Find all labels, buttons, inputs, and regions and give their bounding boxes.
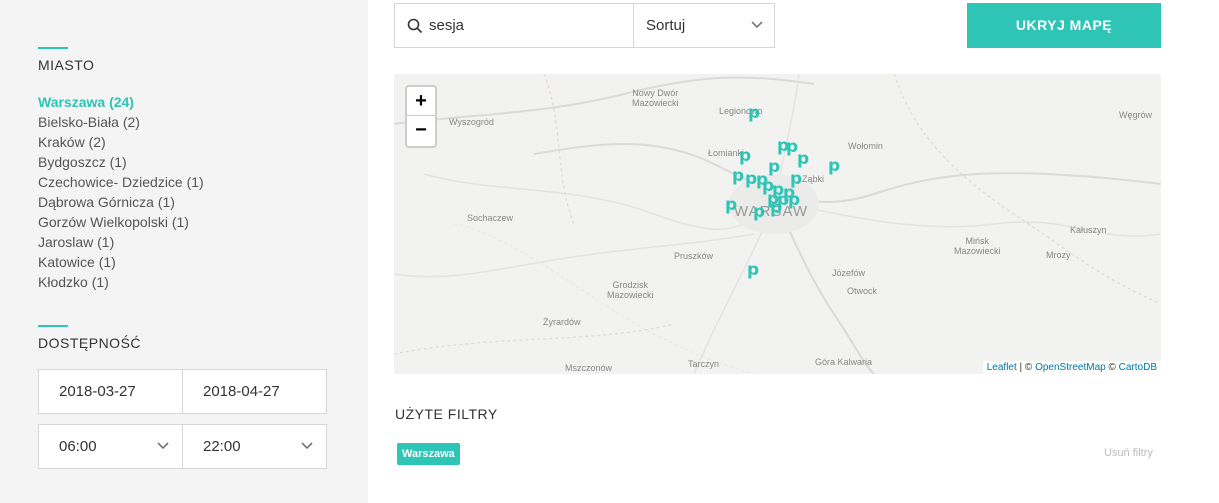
section-accent-line xyxy=(38,325,68,327)
map-label-mrozy: Mrozy xyxy=(1046,250,1071,260)
hide-map-button[interactable]: UKRYJ MAPĘ xyxy=(967,3,1161,48)
map-marker[interactable]: p xyxy=(725,197,737,214)
map-label-jozefow: Józefów xyxy=(832,268,866,278)
sort-select[interactable]: Sortuj xyxy=(633,3,775,48)
city-item-czechowice-dziedzice[interactable]: Czechowice- Dziedzice (1) xyxy=(38,172,204,192)
map-label-minsk: Mińsk Mazowiecki xyxy=(954,236,1001,256)
map-label-grodzisk: Grodzisk Mazowiecki xyxy=(607,280,654,300)
availability-section-title: DOSTĘPNOŚĆ xyxy=(38,335,142,351)
openstreetmap-link[interactable]: OpenStreetMap xyxy=(1035,362,1106,373)
city-section-title: MIASTO xyxy=(38,57,95,73)
city-item-gorzow-wielkopolski[interactable]: Gorzów Wielkopolski (1) xyxy=(38,212,204,232)
search-input[interactable] xyxy=(429,4,625,47)
attribution-separator: © xyxy=(1105,362,1119,373)
zoom-out-button[interactable]: − xyxy=(407,116,435,145)
map-label-pruszkow: Pruszków xyxy=(674,251,714,261)
map-marker[interactable]: p xyxy=(753,204,765,221)
map-label-zyrardow: Żyrardów xyxy=(543,317,581,327)
chevron-down-icon xyxy=(157,442,169,450)
city-item-bielsko-biala[interactable]: Bielsko-Biała (2) xyxy=(38,112,204,132)
search-icon xyxy=(407,18,423,34)
date-to-field[interactable]: 2018-04-27 xyxy=(182,369,327,414)
map-label-wegrow: Węgrów xyxy=(1119,110,1153,120)
city-item-klodzko[interactable]: Kłodzko (1) xyxy=(38,272,204,292)
map-marker[interactable]: p xyxy=(739,148,751,165)
city-item-warszawa[interactable]: Warszawa (24) xyxy=(38,92,204,112)
chevron-down-icon xyxy=(301,442,313,450)
map-marker[interactable]: p xyxy=(732,168,744,185)
date-from-field[interactable]: 2018-03-27 xyxy=(38,369,183,414)
map-label-gora-kalwaria: Góra Kalwaria xyxy=(815,357,873,367)
map-label-otwock: Otwock xyxy=(847,286,878,296)
map-label-mszczonow: Mszczonów xyxy=(565,363,613,373)
map-marker[interactable]: p xyxy=(770,200,782,217)
time-to-value: 22:00 xyxy=(203,438,241,455)
map-label-tarczyn: Tarczyn xyxy=(688,359,720,369)
attribution-separator: | © xyxy=(1016,362,1036,373)
map-label-wolomin: Wołomin xyxy=(848,141,883,151)
section-accent-line xyxy=(38,47,68,49)
filter-tag-warszawa[interactable]: Warszawa xyxy=(397,443,460,465)
time-from-select[interactable]: 06:00 xyxy=(38,424,183,469)
map-marker[interactable]: p xyxy=(747,262,759,279)
map-marker[interactable]: p xyxy=(768,159,780,176)
city-item-krakow[interactable]: Kraków (2) xyxy=(38,132,204,152)
time-to-select[interactable]: 22:00 xyxy=(182,424,327,469)
leaflet-link[interactable]: Leaflet xyxy=(987,362,1017,373)
map-marker[interactable]: p xyxy=(828,158,840,175)
city-item-dabrowa-gornicza[interactable]: Dąbrowa Górnicza (1) xyxy=(38,192,204,212)
map-label-nowy-dwor: Nowy Dwór Mazowiecki xyxy=(632,88,679,108)
city-item-bydgoszcz[interactable]: Bydgoszcz (1) xyxy=(38,152,204,172)
map[interactable]: + − Nowy Dwór Mazowiecki Legionowo Wyszo… xyxy=(394,74,1161,374)
city-item-katowice[interactable]: Katowice (1) xyxy=(38,252,204,272)
city-list: Warszawa (24) Bielsko-Biała (2) Kraków (… xyxy=(38,92,204,292)
filter-sidebar: MIASTO Warszawa (24) Bielsko-Biała (2) K… xyxy=(0,0,368,503)
sort-label: Sortuj xyxy=(646,17,686,34)
zoom-in-button[interactable]: + xyxy=(407,87,435,116)
city-item-jaroslaw[interactable]: Jaroslaw (1) xyxy=(38,232,204,252)
map-label-kaluszyn: Kałuszyn xyxy=(1070,225,1107,235)
map-label-wyszogrod: Wyszogród xyxy=(449,117,494,127)
map-marker[interactable]: p xyxy=(797,151,809,168)
search-box xyxy=(394,3,634,48)
applied-filters-title: UŻYTE FILTRY xyxy=(395,406,498,422)
zoom-control: + − xyxy=(405,85,437,148)
cartodb-link[interactable]: CartoDB xyxy=(1119,362,1157,373)
clear-filters-link[interactable]: Usuń filtry xyxy=(1104,447,1153,459)
map-marker[interactable]: p xyxy=(788,192,800,209)
chevron-down-icon xyxy=(751,21,763,29)
map-background xyxy=(394,74,1161,374)
time-from-value: 06:00 xyxy=(59,438,97,455)
map-label-sochaczew: Sochaczew xyxy=(467,213,514,223)
map-marker[interactable]: p xyxy=(748,105,760,122)
map-label-zabki: Ząbki xyxy=(802,174,825,184)
map-attribution: Leaflet | © OpenStreetMap © CartoDB xyxy=(982,361,1161,374)
